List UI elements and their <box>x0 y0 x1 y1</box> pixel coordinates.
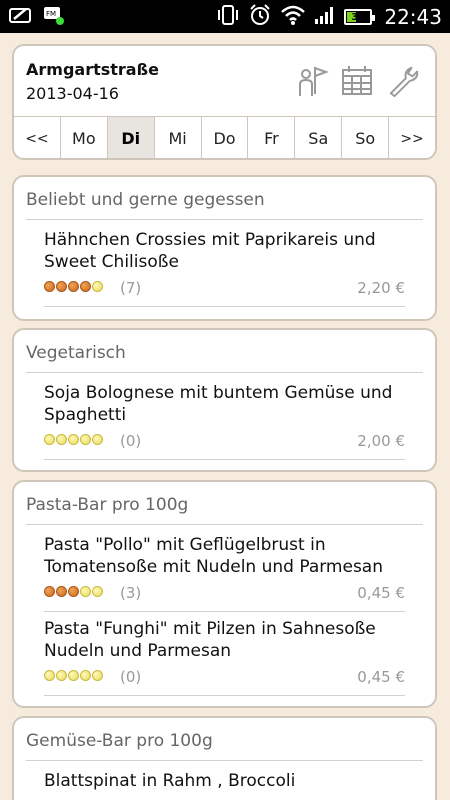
item-divider <box>44 306 405 307</box>
day-tab[interactable]: Mo <box>60 117 108 158</box>
rating-count: (0) <box>120 668 142 686</box>
category-divider <box>26 760 423 761</box>
rating-count: (3) <box>120 584 142 602</box>
next-week-button[interactable]: >> <box>389 117 435 158</box>
svg-text:FM: FM <box>46 10 56 18</box>
battery-icon: 34 <box>344 9 376 25</box>
menu-category-card: Vegetarisch Soja Bolognese mit buntem Gem… <box>12 328 437 472</box>
rating-dot-icon <box>80 434 91 445</box>
menu-item[interactable]: Blattspinat in Rahm , Broccoli <box>44 770 405 792</box>
rating-dot-icon <box>68 586 79 597</box>
category-title: Vegetarisch <box>26 343 126 363</box>
category-divider <box>26 524 423 525</box>
rating-dot-icon <box>56 670 67 681</box>
day-tab[interactable]: So <box>342 117 390 158</box>
menu-category-card: Gemüse-Bar pro 100g Blattspinat in Rahm ,… <box>12 716 437 800</box>
rating-dot-icon <box>68 434 79 445</box>
rating-dot-icon <box>44 281 55 292</box>
dish-name: Soja Bolognese mit buntem Gemüse und Spa… <box>44 383 393 425</box>
day-tab[interactable]: Do <box>201 117 249 158</box>
canteen-header: Armgartstraße 2013-04-16 << Mo Di Mi Do Fr Sa S… <box>12 44 437 160</box>
dish-meta: (7) 2,20 € <box>44 279 405 307</box>
rating-icon[interactable] <box>44 434 103 445</box>
rating-dot-icon <box>68 281 79 292</box>
rating-icon[interactable] <box>44 670 103 681</box>
menu-item[interactable]: Pasta "Pollo" mit Geflügelbrust in Tomat… <box>44 534 405 612</box>
rating-dot-icon <box>44 670 55 681</box>
calendar-icon[interactable] <box>341 64 375 98</box>
location-flag-icon[interactable] <box>295 64 329 98</box>
dish-price: 2,20 € <box>357 279 405 297</box>
menu-item[interactable]: Pasta "Funghi" mit Pilzen in Sahnesoße N… <box>44 618 405 696</box>
rating-count: (7) <box>120 279 142 297</box>
category-divider <box>26 219 423 220</box>
status-bar-system: 34 22:43 <box>216 3 442 31</box>
rating-dot-icon <box>92 434 103 445</box>
rating-dot-icon <box>80 670 91 681</box>
dish-name: Hähnchen Crossies mit Paprikareis und Sw… <box>44 230 376 272</box>
item-divider <box>44 459 405 460</box>
rating-icon[interactable] <box>44 586 103 597</box>
menu-category-card: Pasta-Bar pro 100g Pasta "Pollo" mit Gefl… <box>12 480 437 708</box>
menu-item[interactable]: Hähnchen Crossies mit Paprikareis und Sw… <box>44 229 405 307</box>
rating-dot-icon <box>92 281 103 292</box>
day-tab[interactable]: Mi <box>154 117 202 158</box>
wifi-icon <box>280 4 306 30</box>
dish-name: Pasta "Pollo" mit Geflügelbrust in Tomat… <box>44 535 384 577</box>
rating-dot-icon <box>80 281 91 292</box>
rating-dot-icon <box>92 670 103 681</box>
rating-dot-icon <box>56 586 67 597</box>
dish-name: Blattspinat in Rahm , Broccoli <box>44 771 296 791</box>
fm-radio-icon: FM <box>42 4 66 30</box>
signal-strength-icon <box>314 5 336 29</box>
item-divider <box>44 611 405 612</box>
header-actions <box>295 64 421 98</box>
weekday-selector: << Mo Di Mi Do Fr Sa So >> <box>14 116 435 158</box>
item-divider <box>44 695 405 696</box>
battery-percent: 34 <box>351 11 366 23</box>
day-tab[interactable]: Di <box>107 117 155 158</box>
category-title: Beliebt und gerne gegessen <box>26 190 265 210</box>
menu-item[interactable]: Soja Bolognese mit buntem Gemüse und Spa… <box>44 382 405 460</box>
vibrate-icon <box>216 4 240 30</box>
rating-dot-icon <box>44 434 55 445</box>
dish-meta: (0) 0,45 € <box>44 668 405 696</box>
rating-icon[interactable] <box>44 281 103 292</box>
rating-dot-icon <box>92 586 103 597</box>
clock: 22:43 <box>384 5 442 29</box>
status-bar: FM 34 22:43 <box>0 0 450 33</box>
menu-category-card: Beliebt und gerne gegessen Hähnchen Cross… <box>12 175 437 321</box>
rating-dot-icon <box>44 586 55 597</box>
alarm-clock-icon <box>248 3 272 31</box>
status-bar-notifications: FM <box>8 4 66 30</box>
rating-dot-icon <box>68 670 79 681</box>
rating-count: (0) <box>120 432 142 450</box>
settings-wrench-icon[interactable] <box>387 64 421 98</box>
category-title: Pasta-Bar pro 100g <box>26 495 189 515</box>
category-title: Gemüse-Bar pro 100g <box>26 731 213 751</box>
dish-meta: (0) 2,00 € <box>44 432 405 460</box>
canteen-name: Armgartstraße <box>26 60 159 79</box>
rating-dot-icon <box>56 281 67 292</box>
edit-note-icon <box>8 5 34 29</box>
day-tab[interactable]: Sa <box>295 117 343 158</box>
rating-dot-icon <box>56 434 67 445</box>
rating-dot-icon <box>80 586 91 597</box>
dish-price: 2,00 € <box>357 432 405 450</box>
day-tab[interactable]: Fr <box>248 117 296 158</box>
dish-price: 0,45 € <box>357 584 405 602</box>
category-divider <box>26 372 423 373</box>
menu-date: 2013-04-16 <box>26 84 119 103</box>
dish-meta: (3) 0,45 € <box>44 584 405 612</box>
dish-name: Pasta "Funghi" mit Pilzen in Sahnesoße N… <box>44 619 376 661</box>
prev-week-button[interactable]: << <box>14 117 61 158</box>
dish-price: 0,45 € <box>357 668 405 686</box>
